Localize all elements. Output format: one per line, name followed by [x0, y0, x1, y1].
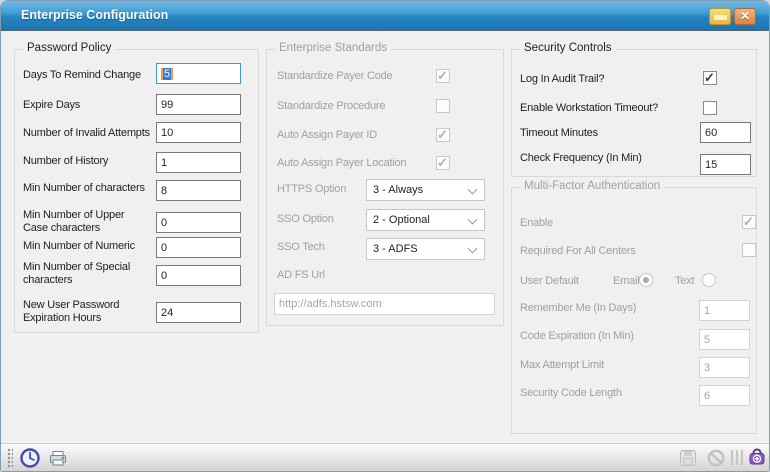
https-option-value: 3 - Always — [373, 180, 423, 200]
required-all-centers-checkbox[interactable] — [742, 243, 756, 257]
toolbar-separator — [741, 450, 743, 465]
auto-assign-payer-id-checkbox[interactable] — [436, 128, 450, 142]
window-title: Enterprise Configuration — [21, 1, 168, 30]
security-add-icon[interactable] — [747, 447, 769, 469]
max-attempt-limit-label: Max Attempt Limit — [520, 359, 604, 372]
min-uppercase-label: Min Number of Upper Case characters — [23, 209, 147, 235]
toolbar-separator — [731, 450, 733, 465]
password-policy-group: Password Policy Days To Remind Change 5 … — [14, 49, 259, 333]
timeout-minutes-input[interactable] — [700, 122, 751, 143]
remember-me-label: Remember Me (In Days) — [520, 302, 636, 315]
standardize-procedure-label: Standardize Procedure — [277, 100, 385, 113]
toolbar-separator — [736, 450, 738, 465]
minimize-button[interactable] — [709, 8, 731, 25]
standardize-payer-code-checkbox[interactable] — [436, 69, 450, 83]
check-frequency-label: Check Frequency (In Min) — [520, 152, 642, 165]
code-expiration-label: Code Expiration (In Min) — [520, 330, 634, 343]
selected-text: 5 — [161, 68, 173, 80]
email-radio[interactable] — [639, 273, 653, 287]
clock-history-icon[interactable] — [19, 447, 41, 469]
chevron-down-icon — [468, 215, 478, 225]
workstation-timeout-checkbox[interactable] — [703, 101, 717, 115]
password-policy-title: Password Policy — [23, 42, 115, 54]
sso-option-dropdown[interactable]: 2 - Optional — [366, 209, 485, 231]
min-special-input[interactable] — [156, 265, 241, 286]
minimize-icon — [714, 15, 727, 20]
sso-tech-label: SSO Tech — [277, 241, 325, 254]
invalid-attempts-input[interactable] — [156, 122, 241, 143]
number-of-history-input[interactable] — [156, 152, 241, 173]
chevron-down-icon — [468, 185, 478, 195]
chevron-down-icon — [468, 244, 478, 254]
user-default-label: User Default — [520, 275, 579, 288]
bottom-toolbar — [1, 443, 769, 471]
adfs-url-label: AD FS Url — [277, 269, 325, 282]
standardize-payer-code-label: Standardize Payer Code — [277, 70, 392, 83]
enterprise-standards-group: Enterprise Standards Standardize Payer C… — [266, 49, 504, 326]
number-of-history-label: Number of History — [23, 155, 108, 168]
days-to-remind-change-input[interactable]: 5 — [156, 63, 241, 84]
security-code-length-input[interactable] — [699, 385, 750, 406]
remember-me-input[interactable] — [699, 300, 750, 321]
login-audit-trail-checkbox[interactable] — [703, 71, 717, 85]
close-button[interactable]: ✕ — [734, 8, 756, 25]
min-numeric-input[interactable] — [156, 237, 241, 258]
workstation-timeout-label: Enable Workstation Timeout? — [520, 102, 658, 115]
mfa-enable-label: Enable — [520, 217, 553, 230]
new-user-expiration-label: New User Password Expiration Hours — [23, 299, 147, 325]
enterprise-configuration-window: Enterprise Configuration ✕ Password Poli… — [0, 0, 770, 472]
email-option-label: Email — [613, 275, 640, 288]
min-characters-input[interactable] — [156, 180, 241, 201]
adfs-url-input[interactable] — [274, 293, 495, 315]
sso-option-label: SSO Option — [277, 213, 334, 226]
mfa-enable-checkbox[interactable] — [742, 215, 756, 229]
enterprise-standards-title: Enterprise Standards — [275, 42, 391, 54]
security-controls-group: Security Controls Log In Audit Trail? En… — [511, 49, 757, 177]
timeout-minutes-label: Timeout Minutes — [520, 127, 598, 140]
text-option-label: Text — [675, 275, 694, 288]
expire-days-input[interactable] — [156, 94, 241, 115]
https-option-dropdown[interactable]: 3 - Always — [366, 179, 485, 201]
expire-days-label: Expire Days — [23, 99, 80, 112]
auto-assign-payer-location-label: Auto Assign Payer Location — [277, 157, 406, 170]
mfa-title: Multi-Factor Authentication — [520, 180, 664, 192]
min-special-label: Min Number of Special characters — [23, 261, 147, 287]
check-frequency-input[interactable] — [700, 154, 751, 175]
required-all-centers-label: Required For All Centers — [520, 245, 636, 258]
sso-tech-value: 3 - ADFS — [373, 239, 418, 259]
mfa-group: Multi-Factor Authentication Enable Requi… — [511, 187, 757, 434]
sso-tech-dropdown[interactable]: 3 - ADFS — [366, 238, 485, 260]
printer-icon[interactable] — [47, 447, 69, 469]
text-radio[interactable] — [702, 273, 716, 287]
sso-option-value: 2 - Optional — [373, 210, 430, 230]
cancel-icon[interactable] — [705, 447, 727, 469]
title-bar[interactable]: Enterprise Configuration ✕ — [1, 1, 769, 31]
new-user-expiration-input[interactable] — [156, 302, 241, 323]
standardize-procedure-checkbox[interactable] — [436, 99, 450, 113]
login-audit-trail-label: Log In Audit Trail? — [520, 73, 604, 86]
min-numeric-label: Min Number of Numeric — [23, 240, 135, 253]
toolbar-grip[interactable] — [7, 448, 13, 468]
security-code-length-label: Security Code Length — [520, 387, 622, 400]
code-expiration-input[interactable] — [699, 329, 750, 350]
min-uppercase-input[interactable] — [156, 212, 241, 233]
close-icon: ✕ — [740, 9, 750, 23]
max-attempt-limit-input[interactable] — [699, 357, 750, 378]
security-controls-title: Security Controls — [520, 42, 616, 54]
https-option-label: HTTPS Option — [277, 183, 346, 196]
invalid-attempts-label: Number of Invalid Attempts — [23, 127, 150, 140]
save-icon[interactable] — [677, 447, 699, 469]
auto-assign-payer-id-label: Auto Assign Payer ID — [277, 129, 377, 142]
min-characters-label: Min Number of characters — [23, 182, 145, 195]
auto-assign-payer-location-checkbox[interactable] — [436, 156, 450, 170]
dialog-body: Password Policy Days To Remind Change 5 … — [1, 31, 769, 445]
days-to-remind-change-label: Days To Remind Change — [23, 69, 141, 82]
